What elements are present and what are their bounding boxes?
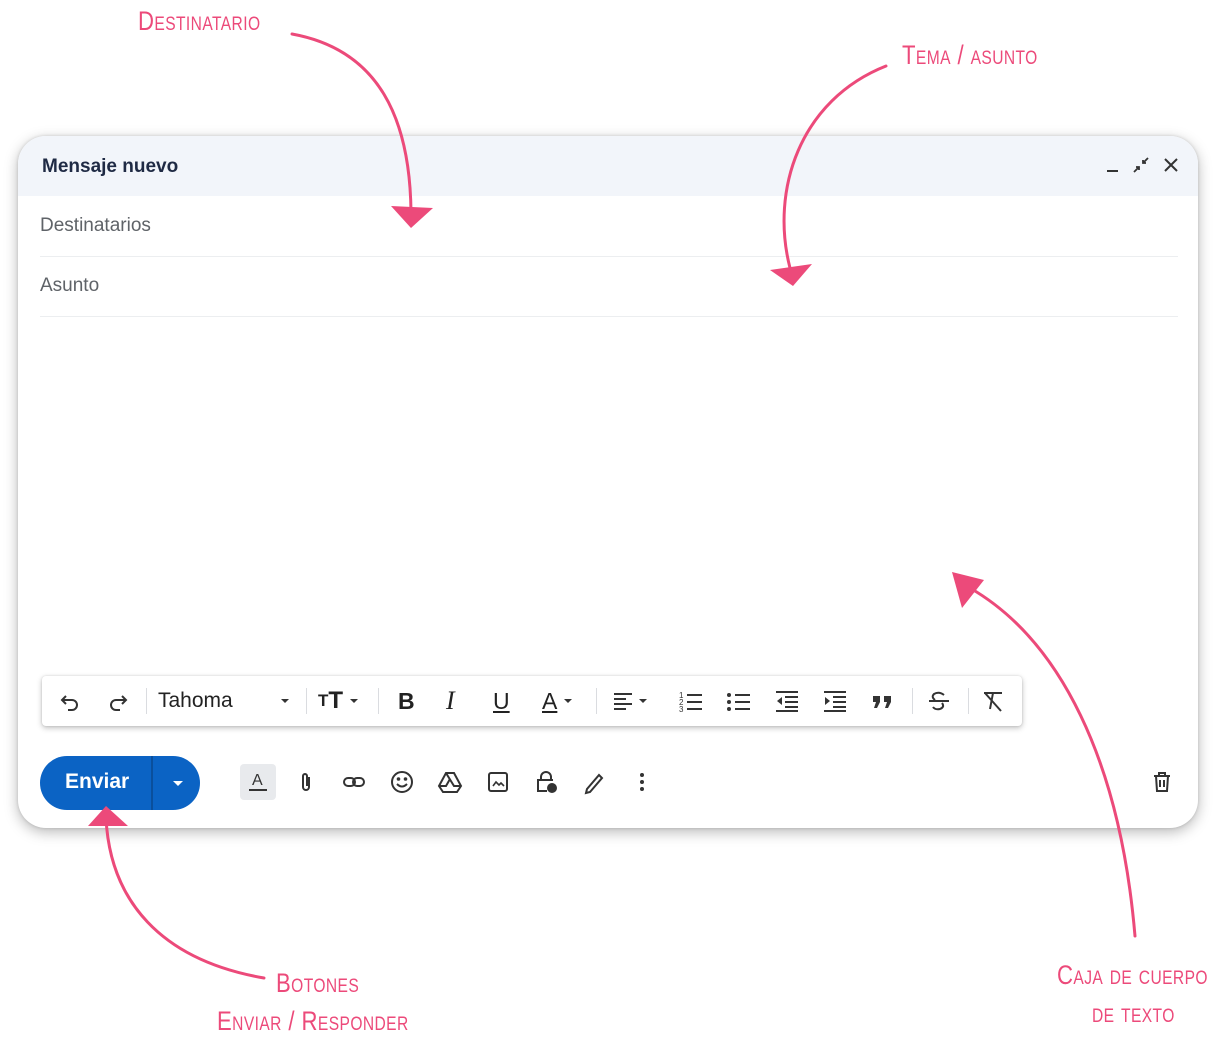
recipients-input[interactable]	[40, 212, 1178, 240]
toolbar-separator	[912, 688, 913, 714]
indent-more-icon[interactable]	[822, 689, 848, 713]
attach-icon[interactable]	[288, 764, 324, 800]
send-arrow	[104, 816, 266, 980]
formatting-toolbar: Tahoma TT B I U A 123	[42, 676, 1022, 726]
annotation-send-line2: Enviar / Responder	[217, 1006, 409, 1036]
toolbar-separator	[306, 688, 307, 714]
exit-fullscreen-icon[interactable]	[1130, 154, 1152, 176]
font-name-label: Tahoma	[158, 689, 233, 712]
recipients-field	[40, 196, 1178, 257]
annotation-body-line1: Caja de cuerpo	[1057, 960, 1208, 990]
toolbar-separator	[378, 688, 379, 714]
annotation-body-line2: de texto	[1092, 998, 1175, 1028]
formatting-options-icon[interactable]: A	[240, 764, 276, 800]
photo-icon[interactable]	[480, 764, 516, 800]
annotation-recipient: Destinatario	[138, 6, 261, 36]
indent-less-icon[interactable]	[774, 689, 800, 713]
strikethrough-icon[interactable]	[926, 689, 952, 713]
text-color-icon[interactable]: A	[542, 688, 575, 714]
drive-icon[interactable]	[432, 764, 468, 800]
remove-formatting-icon[interactable]	[980, 689, 1006, 713]
compose-title: Mensaje nuevo	[42, 156, 179, 177]
align-icon[interactable]	[612, 689, 650, 713]
italic-icon[interactable]: I	[446, 686, 455, 715]
send-button-label: Enviar	[65, 770, 130, 793]
discard-icon[interactable]	[1144, 764, 1180, 800]
toolbar-separator	[146, 688, 147, 714]
quote-icon[interactable]	[870, 689, 896, 713]
bold-icon[interactable]: B	[398, 688, 415, 714]
underline-icon[interactable]: U	[493, 688, 510, 714]
font-dropdown-icon	[281, 699, 289, 703]
toolbar-separator	[968, 688, 969, 714]
annotation-send-line1: Botones	[276, 968, 360, 998]
minimize-icon[interactable]	[1102, 154, 1124, 176]
font-size-icon[interactable]: TT	[318, 687, 361, 714]
link-icon[interactable]	[336, 764, 372, 800]
close-icon[interactable]	[1160, 154, 1182, 176]
more-options-icon[interactable]	[624, 764, 660, 800]
svg-text:3: 3	[679, 705, 684, 713]
send-button-divider	[151, 756, 153, 810]
numbered-list-icon[interactable]: 123	[678, 689, 704, 713]
svg-text:A: A	[252, 772, 263, 789]
send-options-icon[interactable]	[164, 769, 192, 797]
signature-icon[interactable]	[576, 764, 612, 800]
emoji-icon[interactable]	[384, 764, 420, 800]
redo-icon[interactable]	[106, 689, 130, 713]
annotation-subject: Tema / asunto	[902, 40, 1038, 70]
send-button[interactable]: Enviar	[40, 756, 200, 810]
font-select[interactable]: Tahoma	[158, 689, 298, 713]
subject-field	[40, 256, 1178, 317]
confidential-icon[interactable]	[528, 764, 564, 800]
toolbar-separator	[596, 688, 597, 714]
compose-window: Mensaje nuevo Tahoma	[18, 136, 1198, 828]
compose-header: Mensaje nuevo	[18, 136, 1198, 196]
subject-input[interactable]	[40, 272, 1178, 300]
message-body[interactable]	[40, 320, 1178, 670]
undo-icon[interactable]	[58, 689, 82, 713]
bulleted-list-icon[interactable]	[726, 689, 752, 713]
